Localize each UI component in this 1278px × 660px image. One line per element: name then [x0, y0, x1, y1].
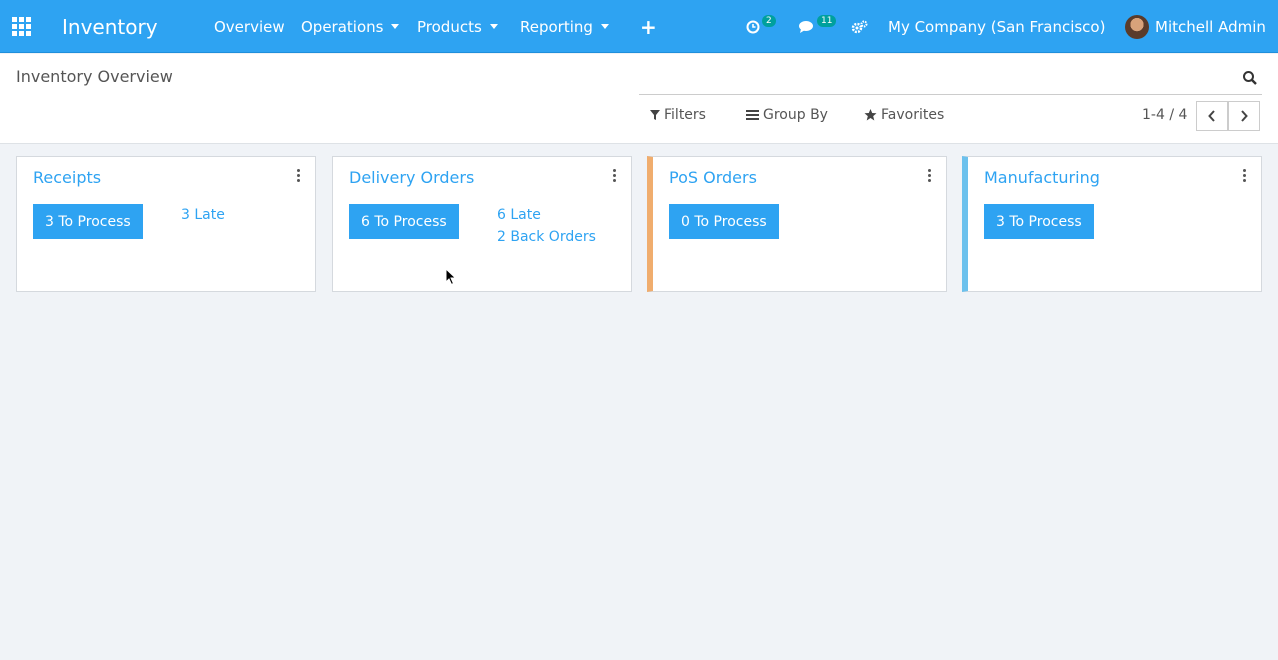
menu-products-label: Products — [417, 17, 482, 36]
user-name: Mitchell Admin — [1155, 17, 1266, 36]
menu-products[interactable]: Products — [417, 0, 498, 53]
mouse-cursor-icon — [445, 268, 457, 286]
card-delivery-orders: Delivery Orders 6 To Process 6 Late 2 Ba… — [332, 156, 632, 292]
caret-down-icon — [391, 24, 400, 29]
activity-menu[interactable]: 2 — [746, 0, 776, 53]
card-title[interactable]: PoS Orders — [669, 168, 757, 187]
card-title[interactable]: Manufacturing — [984, 168, 1100, 187]
avatar — [1125, 14, 1149, 39]
company-name: My Company (San Francisco) — [888, 17, 1106, 36]
apps-menu-icon[interactable] — [12, 0, 32, 53]
to-process-button[interactable]: 3 To Process — [33, 204, 143, 239]
plus-icon[interactable]: + — [640, 0, 657, 53]
late-link[interactable]: 3 Late — [181, 207, 225, 223]
to-process-button[interactable]: 0 To Process — [669, 204, 779, 239]
search-input[interactable] — [639, 64, 1262, 95]
app-name[interactable]: Inventory — [62, 0, 158, 53]
gears-icon — [851, 20, 868, 33]
activity-badge: 2 — [762, 14, 776, 27]
filter-icon — [650, 110, 660, 120]
menu-overview[interactable]: Overview — [214, 0, 285, 53]
chevron-left-icon — [1208, 110, 1215, 122]
card-receipts: Receipts 3 To Process 3 Late — [16, 156, 316, 292]
kebab-menu-icon[interactable] — [1243, 169, 1247, 184]
kebab-menu-icon[interactable] — [297, 169, 301, 184]
chat-icon — [799, 20, 813, 33]
search-icon[interactable] — [1242, 70, 1258, 86]
messages-menu[interactable]: 11 — [798, 0, 837, 53]
clock-icon — [746, 20, 760, 33]
pager-previous-button[interactable] — [1196, 101, 1228, 131]
back-orders-link[interactable]: 2 Back Orders — [497, 229, 596, 245]
menu-reporting-label: Reporting — [520, 17, 593, 36]
top-navbar: Inventory Overview Operations Products R… — [0, 0, 1278, 53]
menu-reporting[interactable]: Reporting — [520, 0, 609, 53]
card-manufacturing: Manufacturing 3 To Process — [962, 156, 1262, 292]
caret-down-icon — [600, 24, 609, 29]
messages-badge: 11 — [817, 14, 837, 27]
user-menu[interactable]: Mitchell Admin — [1125, 0, 1266, 53]
star-icon — [864, 109, 877, 121]
filters-button[interactable]: Filters — [650, 107, 706, 123]
menu-operations-label: Operations — [301, 17, 384, 36]
to-process-button[interactable]: 3 To Process — [984, 204, 1094, 239]
pager-value[interactable]: 1-4 / 4 — [1142, 107, 1187, 123]
kebab-menu-icon[interactable] — [928, 169, 932, 184]
bars-icon — [746, 110, 759, 120]
caret-down-icon — [489, 24, 498, 29]
card-pos-orders: PoS Orders 0 To Process — [647, 156, 947, 292]
chevron-right-icon — [1241, 110, 1248, 122]
control-panel: Inventory Overview Filters Group By Favo… — [0, 54, 1278, 144]
favorites-label: Favorites — [881, 107, 945, 123]
group-by-button[interactable]: Group By — [746, 107, 828, 123]
card-title[interactable]: Receipts — [33, 168, 101, 187]
pager-next-button[interactable] — [1228, 101, 1260, 131]
kebab-menu-icon[interactable] — [613, 169, 617, 184]
card-title[interactable]: Delivery Orders — [349, 168, 474, 187]
page-title: Inventory Overview — [16, 67, 173, 86]
menu-operations[interactable]: Operations — [301, 0, 400, 53]
group-by-label: Group By — [763, 107, 828, 123]
late-link[interactable]: 6 Late — [497, 207, 541, 223]
company-switcher[interactable]: My Company (San Francisco) — [851, 0, 1105, 53]
menu-overview-label: Overview — [214, 17, 285, 36]
filters-label: Filters — [664, 107, 706, 123]
favorites-button[interactable]: Favorites — [864, 107, 944, 123]
to-process-button[interactable]: 6 To Process — [349, 204, 459, 239]
